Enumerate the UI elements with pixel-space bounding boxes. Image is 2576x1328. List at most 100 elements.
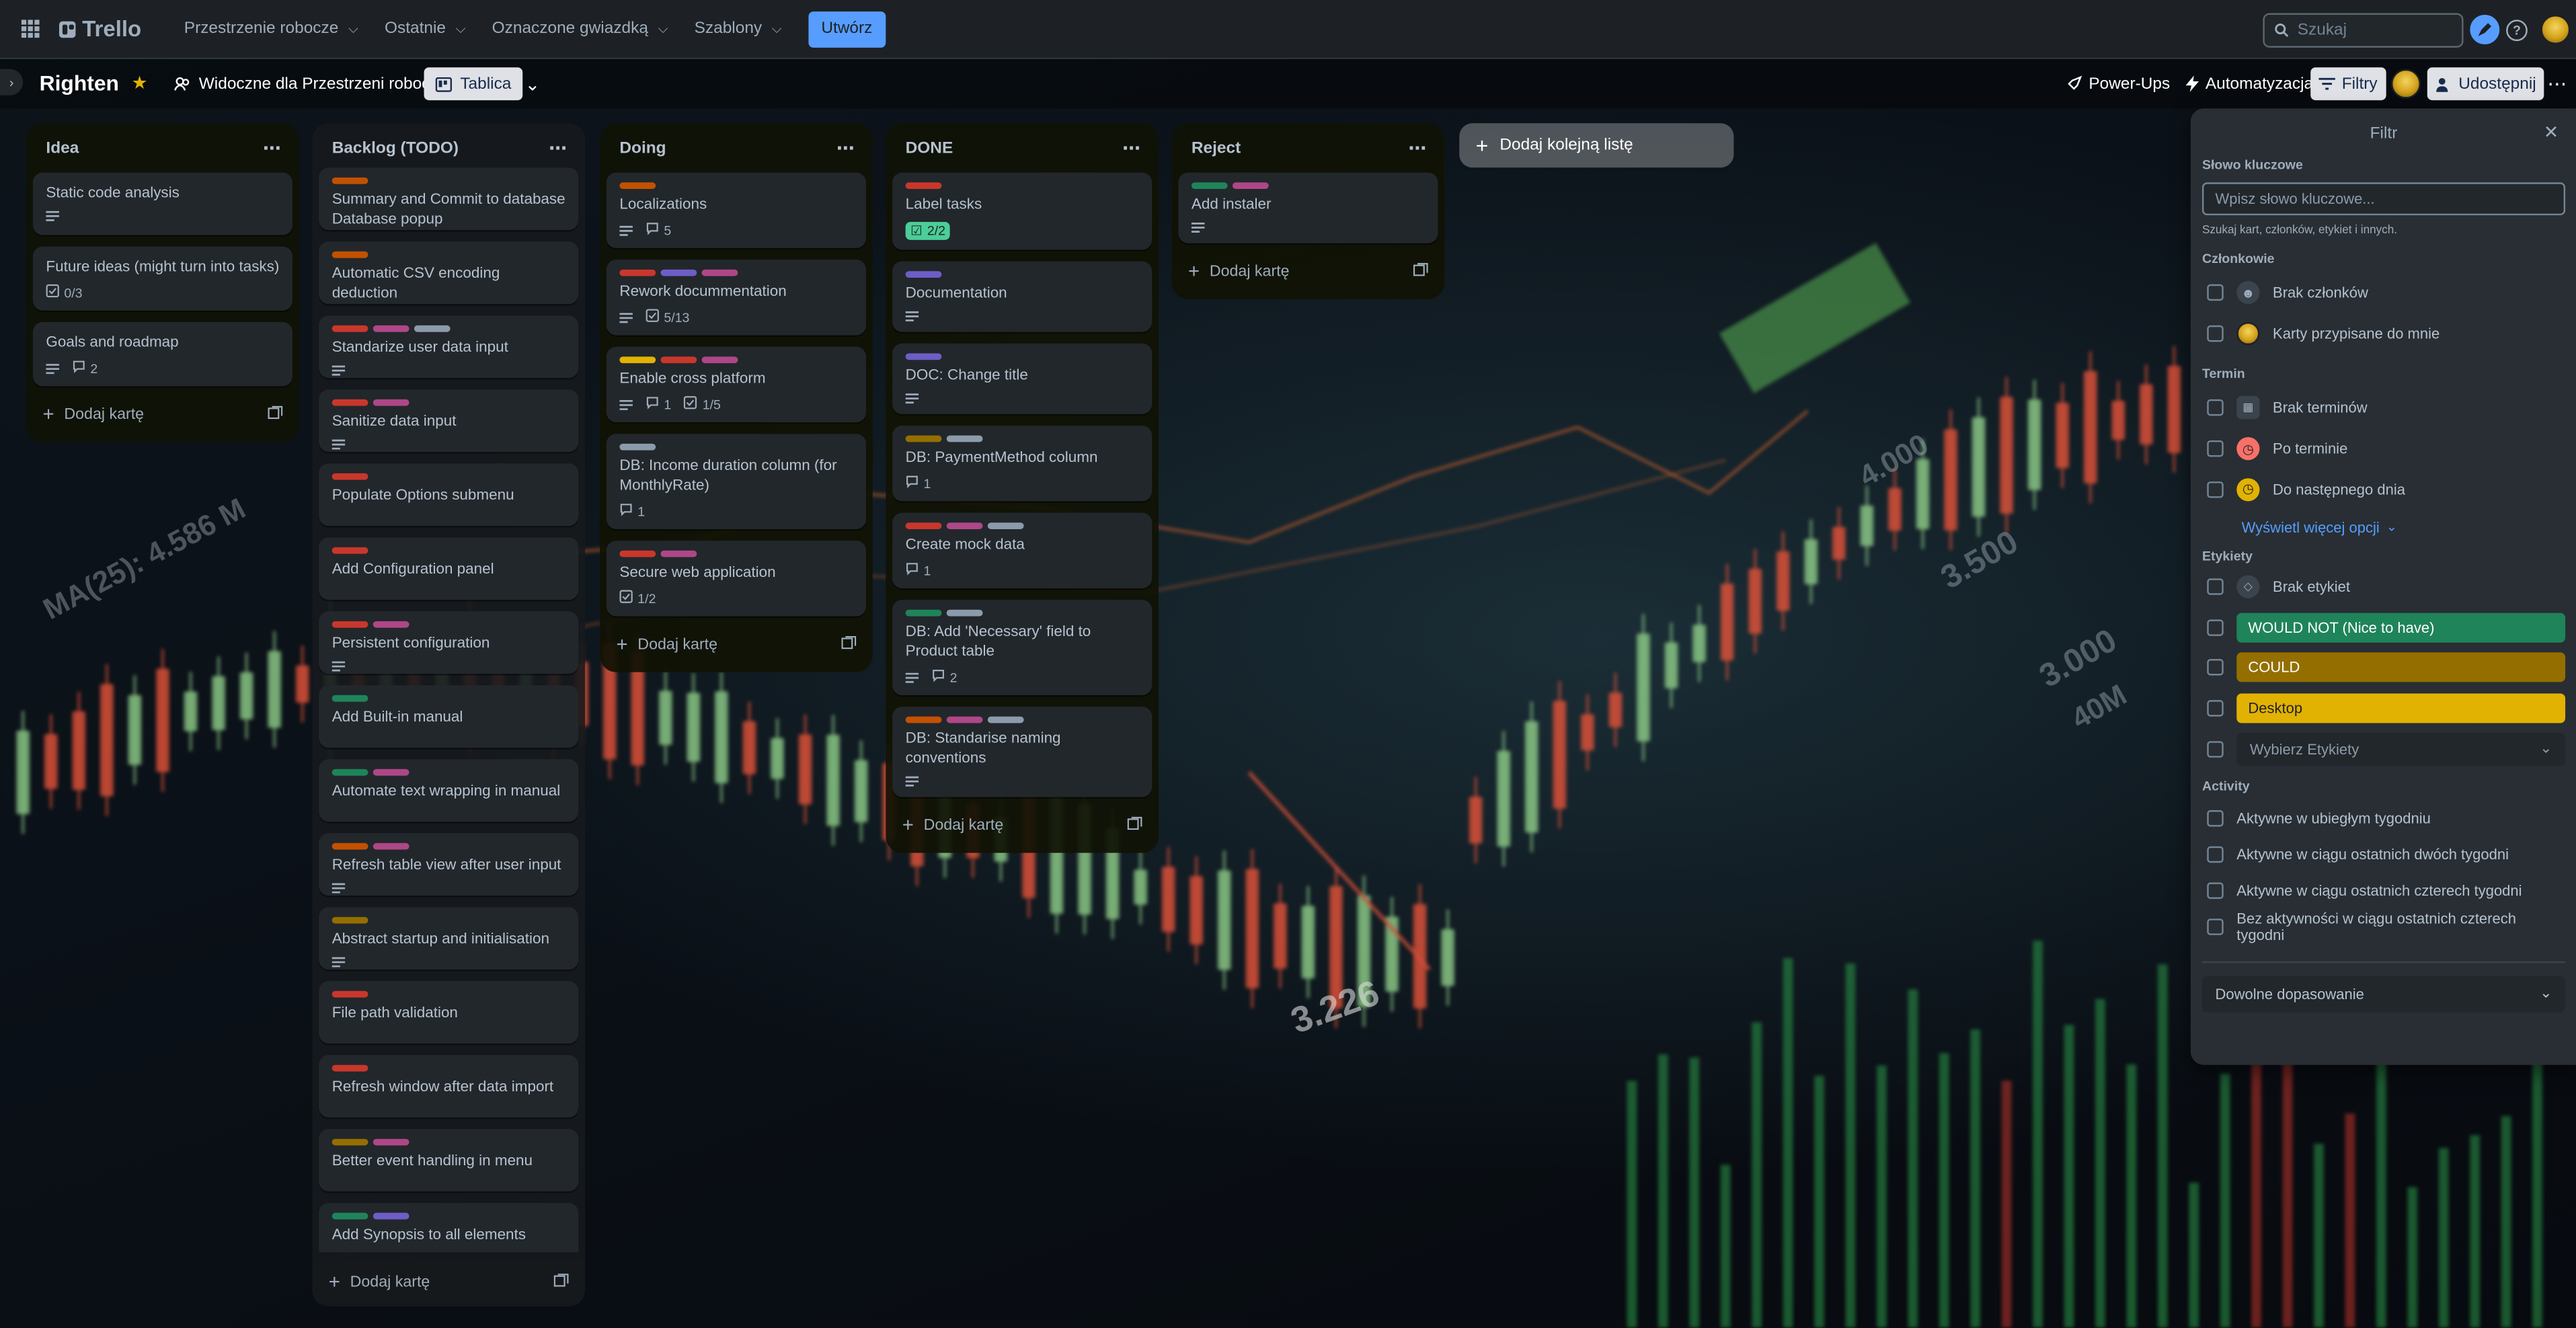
card[interactable]: Add Synopsis to all elements — [319, 1203, 579, 1253]
label-pink[interactable] — [373, 621, 409, 628]
filter-no-labels[interactable]: ◇ Brak etykiet — [2202, 567, 2565, 607]
filter-label-would-not[interactable]: WOULD NOT (Nice to have) — [2202, 607, 2566, 648]
card-template-icon[interactable] — [553, 1273, 569, 1291]
create-button[interactable]: Utwórz — [808, 10, 886, 47]
add-card-button[interactable]: + Dodaj kartę — [1172, 249, 1445, 292]
card-template-icon[interactable] — [1413, 262, 1428, 280]
checkbox[interactable] — [2207, 284, 2224, 301]
add-list-button[interactable]: + Dodaj kolejną listę — [1459, 123, 1734, 168]
filter-no-dates[interactable]: ▦ Brak terminów — [2202, 388, 2565, 428]
card[interactable]: DB: Add 'Necessary' field to Product tab… — [892, 600, 1153, 695]
filter-active-four-weeks[interactable]: Aktywne w ciągu ostatnich czterech tygod… — [2202, 873, 2565, 909]
label-orange[interactable] — [331, 843, 368, 850]
card[interactable]: Future ideas (might turn into tasks) 0/3 — [32, 246, 293, 311]
label-gray[interactable] — [619, 443, 656, 451]
filter-overdue[interactable]: ◷ Po terminie — [2202, 428, 2565, 469]
filter-no-members[interactable]: ☻ Brak członków — [2202, 273, 2565, 313]
label-green[interactable] — [331, 695, 368, 702]
card[interactable]: Standarize user data input — [319, 315, 579, 379]
card[interactable]: Persistent configuration — [319, 611, 579, 674]
templates-menu[interactable]: Szablony ⌵ — [681, 6, 795, 52]
add-card-button[interactable]: + Dodaj kartę — [886, 804, 1159, 847]
label-orange[interactable] — [331, 251, 368, 258]
checkbox[interactable] — [2207, 700, 2224, 717]
card[interactable]: File path validation — [319, 981, 579, 1044]
card[interactable]: Automatic CSV encoding deduction — [319, 241, 579, 305]
checkbox[interactable] — [2207, 846, 2224, 863]
label-gray[interactable] — [946, 435, 983, 442]
filter-due-next-day[interactable]: ◷ Do następnego dnia — [2202, 469, 2565, 509]
label-red[interactable] — [331, 473, 368, 480]
notifications-icon[interactable] — [2470, 14, 2500, 44]
list-header[interactable]: Idea ⋯ — [26, 123, 299, 172]
card[interactable]: Refresh window after data import — [319, 1055, 579, 1118]
list-title[interactable]: DONE — [906, 139, 953, 157]
recent-menu[interactable]: Ostatnie ⌵ — [371, 6, 479, 52]
show-more-options-link[interactable]: Wyświetl więcej opcji ⌄ — [2242, 510, 2565, 546]
label-red[interactable] — [905, 522, 942, 529]
list-menu-icon[interactable]: ⋯ — [549, 137, 568, 159]
list-title[interactable]: Backlog (TODO) — [332, 139, 459, 157]
select-labels-dropdown[interactable]: Wybierz Etykiety ⌄ — [2236, 732, 2566, 766]
label-gray[interactable] — [987, 716, 1024, 724]
list-menu-icon[interactable]: ⋯ — [1122, 137, 1142, 159]
match-mode-select[interactable]: Dowolne dopasowanie ⌄ — [2201, 976, 2566, 1013]
label-orange[interactable] — [619, 182, 656, 190]
checkbox[interactable] — [2207, 440, 2224, 457]
label-gray[interactable] — [414, 325, 451, 332]
filter-active-week[interactable]: Aktywne w ubiegłym tygodniu — [2202, 800, 2565, 836]
label-pink[interactable] — [373, 1138, 409, 1146]
filter-label-could[interactable]: COULD — [2202, 648, 2566, 688]
label-red[interactable] — [619, 550, 656, 557]
card[interactable]: DOC: Change title — [892, 343, 1153, 414]
card-template-icon[interactable] — [841, 635, 857, 654]
list-title[interactable]: Idea — [46, 139, 79, 157]
list-header[interactable]: Backlog (TODO) ⋯ — [312, 123, 585, 172]
card[interactable]: Sanitize data input — [319, 389, 579, 453]
filter-select-labels[interactable]: Wybierz Etykiety ⌄ — [2202, 729, 2566, 769]
chevron-down-icon[interactable]: ⌄ — [519, 67, 545, 100]
label-mustard[interactable] — [331, 916, 368, 924]
checkbox[interactable] — [2207, 919, 2224, 935]
checkbox[interactable] — [2207, 619, 2224, 636]
checkbox[interactable] — [2207, 325, 2224, 342]
star-icon[interactable]: ★ — [132, 73, 148, 93]
label-chip-green[interactable]: WOULD NOT (Nice to have) — [2236, 613, 2566, 643]
label-chip-mustard[interactable]: COULD — [2236, 653, 2566, 683]
label-green[interactable] — [1191, 182, 1228, 190]
filter-active-two-weeks[interactable]: Aktywne w ciągu ostatnich dwóch tygodni — [2202, 836, 2565, 873]
label-pink[interactable] — [660, 550, 697, 557]
checkbox[interactable] — [2207, 810, 2224, 827]
checkbox[interactable] — [2207, 481, 2224, 498]
powerups-button[interactable]: Power-Ups — [2058, 67, 2179, 100]
checkbox[interactable] — [2207, 882, 2224, 899]
label-pink[interactable] — [373, 399, 409, 406]
label-pink[interactable] — [946, 522, 983, 529]
label-gray[interactable] — [946, 609, 983, 617]
starred-menu[interactable]: Oznaczone gwiazdką ⌵ — [479, 6, 681, 52]
card[interactable]: Refresh table view after user input — [319, 833, 579, 896]
label-mustard[interactable] — [331, 1138, 368, 1146]
card[interactable]: Documentation — [892, 261, 1153, 332]
visibility-button[interactable]: Widoczne dla Przestrzeni roboczej — [167, 67, 457, 100]
label-pink[interactable] — [701, 269, 738, 276]
card[interactable]: Secure web application 1/2 — [606, 541, 866, 617]
label-green[interactable] — [331, 769, 368, 776]
list-header[interactable]: Reject ⋯ — [1172, 123, 1445, 172]
list-menu-icon[interactable]: ⋯ — [263, 137, 282, 159]
help-icon[interactable]: ? — [2506, 19, 2528, 42]
card-template-icon[interactable] — [1127, 816, 1142, 834]
label-red[interactable] — [905, 182, 942, 190]
filters-button[interactable]: Filtry — [2310, 67, 2386, 101]
card[interactable]: Label tasks ☑ 2/2 — [892, 172, 1153, 250]
workspaces-menu[interactable]: Przestrzenie robocze ⌵ — [171, 6, 371, 52]
label-purple[interactable] — [905, 271, 942, 278]
more-menu-icon[interactable]: ⋯ — [2539, 67, 2576, 100]
keyword-input[interactable]: Wpisz słowo kluczowe... — [2201, 182, 2566, 216]
add-card-button[interactable]: + Dodaj kartę — [312, 1260, 586, 1304]
card[interactable]: Goals and roadmap 2 — [32, 322, 293, 387]
label-gray[interactable] — [987, 522, 1024, 529]
list-title[interactable]: Doing — [619, 139, 666, 157]
card[interactable]: Rework docummentation 5/13 — [606, 260, 866, 336]
card[interactable]: DB: Standarise naming conventions — [892, 706, 1153, 797]
